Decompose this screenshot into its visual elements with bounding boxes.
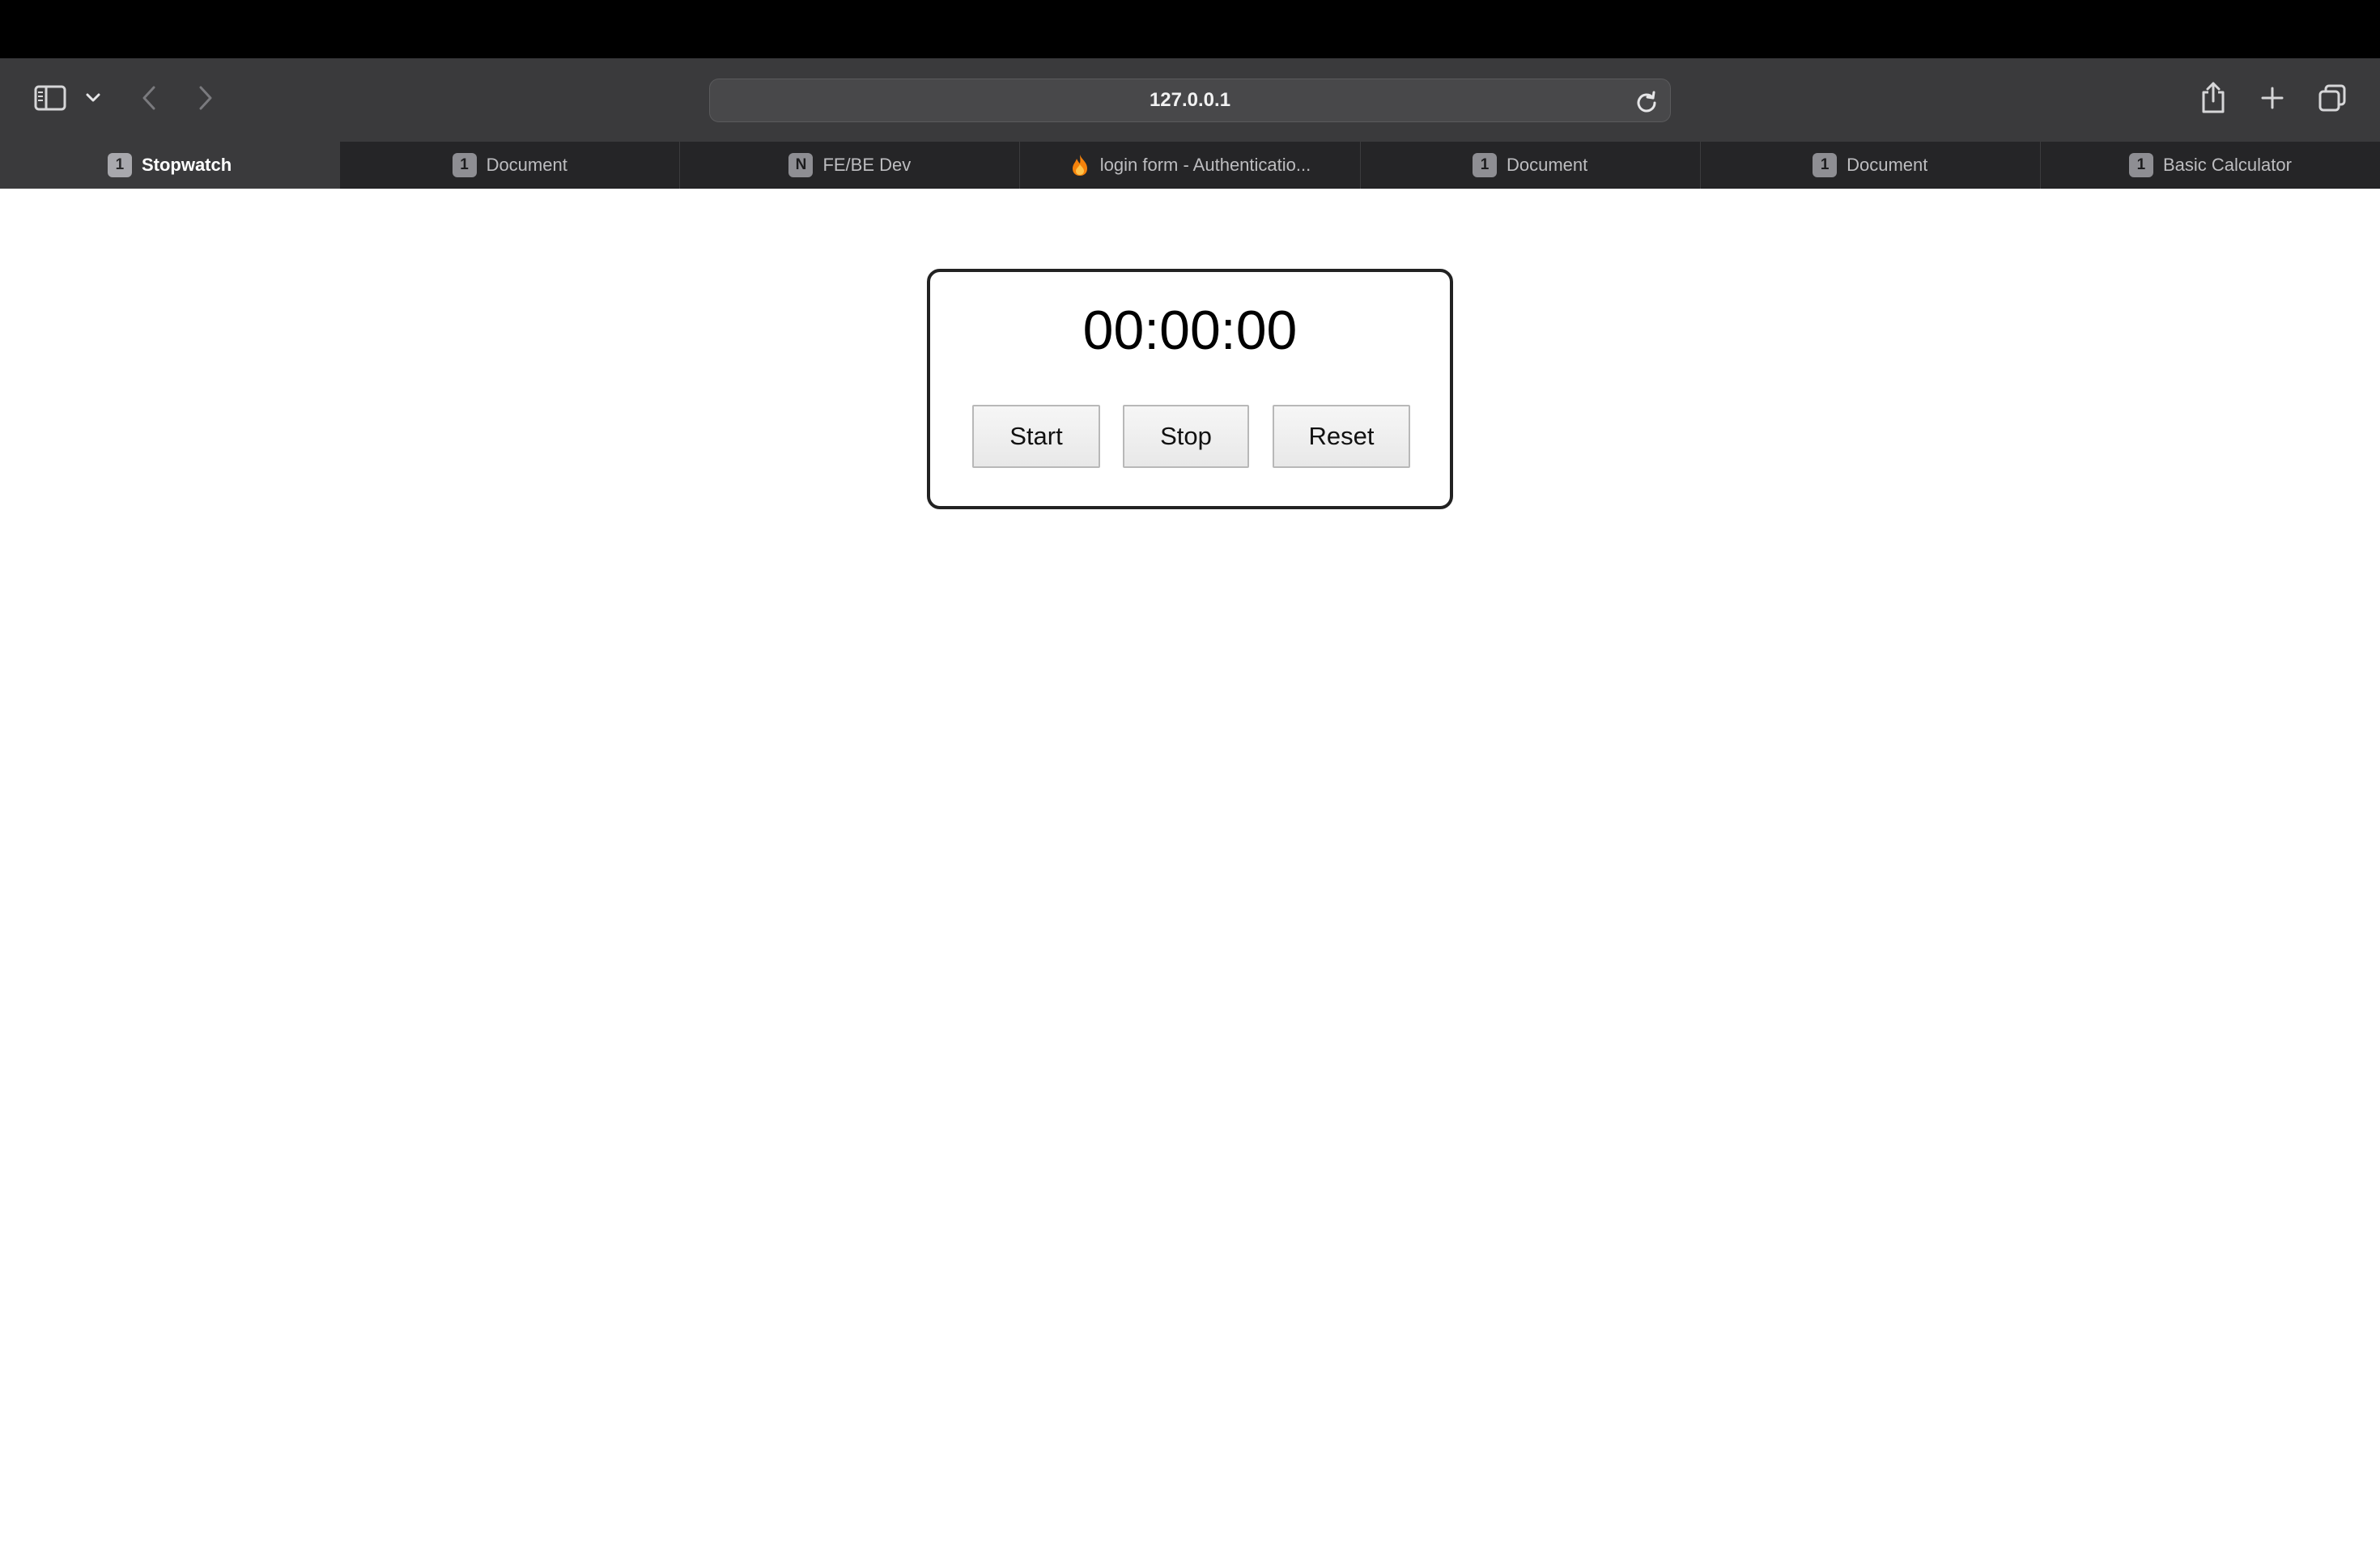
sidebar-icon[interactable] [32, 83, 68, 113]
reload-icon[interactable] [1634, 89, 1659, 113]
address-text: 127.0.0.1 [1149, 89, 1231, 111]
timer-display: 00:00:00 [1082, 300, 1298, 361]
share-icon[interactable] [2199, 79, 2228, 115]
tab-fe-be-dev[interactable]: N FE/BE Dev [680, 142, 1021, 189]
tab-favicon: 1 [107, 153, 132, 177]
page-content: 00:00:00 Start Stop Reset [0, 189, 2380, 1548]
start-button[interactable]: Start [972, 405, 1100, 468]
tab-label: Document [1847, 155, 1928, 175]
tab-basic-calculator[interactable]: 1 Basic Calculator [2041, 142, 2380, 189]
chevron-down-icon[interactable] [83, 87, 104, 108]
tab-favicon: 1 [1472, 153, 1497, 177]
tab-document[interactable]: 1 Document [1361, 142, 1701, 189]
new-tab-icon[interactable] [2259, 84, 2286, 112]
stopwatch-card: 00:00:00 Start Stop Reset [927, 269, 1453, 509]
tab-login-form[interactable]: login form - Authenticatio... [1020, 142, 1361, 189]
tab-stopwatch[interactable]: 1 Stopwatch [0, 142, 341, 189]
reset-button[interactable]: Reset [1273, 405, 1410, 468]
tab-label: Basic Calculator [2162, 155, 2292, 175]
tab-favicon: 1 [1813, 153, 1838, 177]
stop-button[interactable]: Stop [1123, 405, 1249, 468]
forward-icon[interactable] [194, 83, 217, 113]
tab-document[interactable]: 1 Document [1701, 142, 2041, 189]
tab-label: login form - Authenticatio... [1099, 155, 1311, 175]
tab-label: FE/BE Dev [822, 155, 912, 175]
tab-label: Document [486, 155, 567, 175]
tab-label: Document [1506, 155, 1588, 175]
tab-favicon: 1 [2128, 153, 2153, 177]
tab-document[interactable]: 1 Document [340, 142, 681, 189]
tab-label: Stopwatch [141, 155, 232, 175]
flame-icon [1069, 153, 1090, 177]
tab-overview-icon[interactable] [2317, 83, 2348, 113]
tab-bar: 1 Stopwatch 1 Document N FE/BE Dev login… [0, 142, 2380, 189]
menu-bar [0, 0, 2380, 58]
tab-favicon: N [788, 153, 814, 177]
tab-favicon: 1 [452, 153, 477, 177]
back-icon[interactable] [138, 83, 160, 113]
address-bar[interactable]: 127.0.0.1 [709, 79, 1671, 122]
